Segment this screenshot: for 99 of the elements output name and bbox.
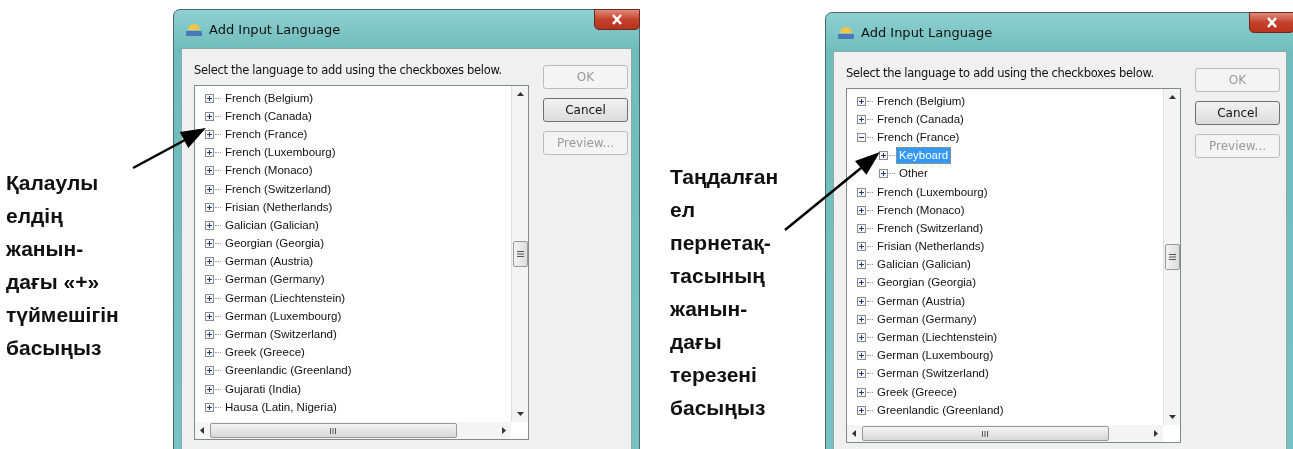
expand-icon[interactable]: [205, 384, 214, 394]
expand-icon[interactable]: [205, 311, 214, 321]
tree-item[interactable]: German (Liechtenstein): [874, 329, 1001, 347]
expand-icon[interactable]: [205, 184, 214, 194]
tree-item[interactable]: Greenlandic (Greenland): [222, 362, 355, 380]
tree-item[interactable]: German (Germany): [874, 310, 980, 328]
instruction-caption: Таңдалған ел пернетақ- тасының жанын- дағы терезені басыңыз: [670, 164, 780, 421]
expand-icon[interactable]: [857, 96, 866, 106]
expand-icon[interactable]: [857, 333, 866, 343]
tree-item[interactable]: German (Germany): [222, 271, 328, 289]
close-button[interactable]: [1249, 12, 1293, 33]
instruction-text: Select the language to add using the checkboxes below.: [194, 63, 503, 77]
tree-item[interactable]: Gujarati (India): [222, 380, 305, 398]
expand-icon[interactable]: [205, 129, 214, 139]
scroll-left-icon[interactable]: [200, 427, 204, 434]
tree-item[interactable]: Georgian (Georgia): [222, 235, 328, 253]
dialog-button[interactable]: Cancel: [543, 98, 628, 122]
expand-icon[interactable]: [857, 351, 866, 361]
tree-item[interactable]: Greenlandic (Greenland): [874, 401, 1007, 419]
scroll-right-icon[interactable]: [1154, 430, 1158, 437]
instruction-caption: Қалаулы елдің жанын- дағы «+» түймешігін басыңыз: [6, 170, 120, 361]
tree-item[interactable]: German (Liechtenstein): [222, 289, 349, 307]
expand-icon[interactable]: [879, 169, 888, 179]
tree-item[interactable]: French (Belgium): [222, 89, 317, 107]
scrollbar-thumb[interactable]: [512, 241, 528, 267]
expand-icon[interactable]: [857, 387, 866, 397]
tree-item[interactable]: Galician (Galician): [874, 256, 974, 274]
close-icon: [1266, 17, 1278, 28]
tree-item[interactable]: Greek (Greece): [874, 383, 960, 401]
expand-icon[interactable]: [205, 366, 214, 376]
scroll-down-icon[interactable]: [1168, 415, 1176, 419]
tree-item[interactable]: French (Canada): [222, 107, 315, 125]
instruction-text: Select the language to add using the checkboxes below.: [846, 66, 1155, 80]
expand-icon[interactable]: [205, 166, 214, 176]
expand-icon[interactable]: [857, 114, 866, 124]
tree-item[interactable]: Other: [896, 165, 931, 183]
expand-icon[interactable]: [205, 402, 214, 412]
scrollbar-thumb[interactable]: [1164, 244, 1180, 270]
tree-item[interactable]: German (Austria): [222, 253, 317, 271]
tree-item[interactable]: French (Monaco): [874, 201, 968, 219]
expand-icon[interactable]: [205, 275, 214, 285]
expand-icon[interactable]: [857, 369, 866, 379]
tree-item[interactable]: Hausa (Latin, Nigeria): [222, 398, 340, 416]
tree-item[interactable]: Frisian (Netherlands): [222, 198, 336, 216]
expand-icon[interactable]: [857, 314, 866, 324]
scroll-down-icon[interactable]: [516, 412, 524, 416]
expand-icon[interactable]: [857, 260, 866, 270]
expand-icon[interactable]: [857, 405, 866, 415]
tree-item[interactable]: French (France): [222, 125, 311, 143]
tree-item[interactable]: French (Switzerland): [222, 180, 335, 198]
scrollbar-thumb[interactable]: [210, 423, 457, 438]
expand-icon[interactable]: [879, 151, 888, 161]
scroll-up-icon[interactable]: [516, 92, 524, 96]
scroll-left-icon[interactable]: [852, 430, 856, 437]
expand-icon[interactable]: [205, 111, 214, 121]
vertical-scrollbar[interactable]: [511, 86, 528, 422]
expand-icon[interactable]: [205, 239, 214, 249]
tree-item[interactable]: German (Luxembourg): [874, 347, 997, 365]
tree-item[interactable]: Georgian (Georgia): [874, 274, 980, 292]
expand-icon[interactable]: [205, 220, 214, 230]
expand-icon[interactable]: [857, 187, 866, 197]
close-icon: [611, 14, 623, 25]
close-button[interactable]: [594, 9, 640, 30]
expand-icon[interactable]: [857, 242, 866, 252]
tree-item[interactable]: French (Luxembourg): [874, 183, 991, 201]
scroll-up-icon[interactable]: [1168, 95, 1176, 99]
expand-icon[interactable]: [205, 93, 214, 103]
tree-item[interactable]: French (Canada): [874, 110, 967, 128]
expand-icon[interactable]: [205, 348, 214, 358]
window-title: Add Input Language: [861, 24, 993, 40]
tree-item[interactable]: French (Belgium): [874, 92, 969, 110]
tree-item[interactable]: French (Switzerland): [874, 219, 987, 237]
expand-icon[interactable]: [857, 205, 866, 215]
tree-item[interactable]: Galician (Galician): [222, 216, 322, 234]
expand-icon[interactable]: [857, 223, 866, 233]
tree-item[interactable]: German (Austria): [874, 292, 969, 310]
scrollbar-thumb[interactable]: [862, 426, 1109, 441]
expand-icon[interactable]: [857, 278, 866, 288]
collapse-icon[interactable]: [857, 132, 866, 142]
expand-icon[interactable]: [205, 148, 214, 158]
expand-icon[interactable]: [857, 296, 866, 306]
tree-item[interactable]: German (Switzerland): [874, 365, 992, 383]
scroll-right-icon[interactable]: [502, 427, 506, 434]
tree-item[interactable]: French (France): [874, 128, 963, 146]
tree-item[interactable]: Frisian (Netherlands): [874, 238, 988, 256]
tree-item[interactable]: Greek (Greece): [222, 344, 308, 362]
tree-item[interactable]: French (Luxembourg): [222, 144, 339, 162]
expand-icon[interactable]: [205, 257, 214, 267]
window-title: Add Input Language: [209, 21, 341, 37]
expand-icon[interactable]: [205, 293, 214, 303]
expand-icon[interactable]: [205, 330, 214, 340]
tree-item[interactable]: German (Luxembourg): [222, 307, 345, 325]
horizontal-scrollbar[interactable]: [195, 422, 511, 439]
horizontal-scrollbar[interactable]: [847, 425, 1163, 442]
expand-icon[interactable]: [205, 202, 214, 212]
vertical-scrollbar[interactable]: [1163, 89, 1180, 425]
tree-item[interactable]: German (Switzerland): [222, 326, 340, 344]
dialog-button[interactable]: Cancel: [1195, 101, 1280, 125]
tree-item[interactable]: French (Monaco): [222, 162, 316, 180]
